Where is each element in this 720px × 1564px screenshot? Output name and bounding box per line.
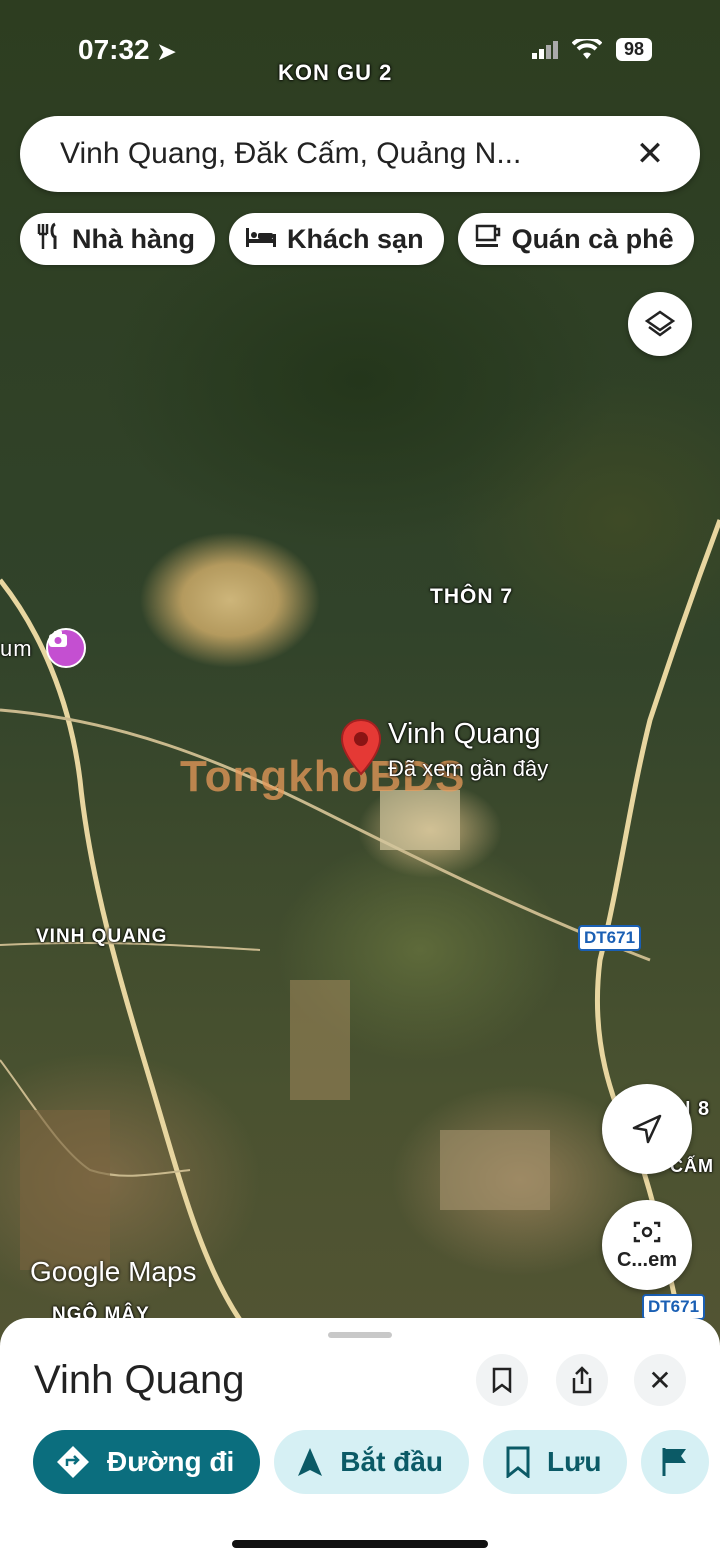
start-button[interactable]: Bắt đầu xyxy=(274,1430,469,1494)
chip-hotel[interactable]: Khách sạn xyxy=(229,213,444,265)
map-label-vinh-quang-area: VINH QUANG xyxy=(36,926,168,947)
save-bookmark-button[interactable] xyxy=(476,1354,528,1406)
bookmark-icon xyxy=(506,1446,530,1478)
action-buttons: Đường đi Bắt đầu Lưu xyxy=(33,1430,710,1494)
close-icon: ✕ xyxy=(648,1364,672,1396)
flag-icon xyxy=(662,1448,687,1476)
restaurant-icon xyxy=(36,222,62,257)
chip-coffee-label: Quán cà phê xyxy=(511,223,674,254)
search-input[interactable]: Vinh Quang, Đăk Cấm, Quảng N... xyxy=(60,137,630,171)
lens-camera-button[interactable]: C...em xyxy=(602,1200,692,1290)
place-bottom-sheet: Vinh Quang ✕ Đường đi Bắt đầu Lưu xyxy=(0,1318,720,1564)
label-button[interactable] xyxy=(641,1430,710,1494)
directions-icon xyxy=(57,1446,89,1478)
battery-level: 98 xyxy=(615,38,652,61)
status-time-text: 07:32 xyxy=(78,34,150,65)
museum-camera-icon[interactable] xyxy=(46,628,86,668)
navigation-arrow-icon xyxy=(298,1448,323,1476)
map-label-museum: um xyxy=(0,636,33,661)
coffee-icon xyxy=(474,223,502,256)
camera-lens-icon xyxy=(633,1221,661,1242)
search-bar[interactable]: Vinh Quang, Đăk Cấm, Quảng N... ✕ xyxy=(20,116,700,192)
place-title: Vinh Quang xyxy=(34,1358,245,1402)
save-button[interactable]: Lưu xyxy=(482,1430,628,1494)
clear-search-icon[interactable]: ✕ xyxy=(630,134,670,174)
pin-subtitle: Đã xem gần đây xyxy=(388,756,549,781)
map-label-kon-gu: KON GU 2 xyxy=(278,60,393,85)
location-arrow-icon: ➤ xyxy=(157,39,176,64)
lens-camera-label: C...em xyxy=(616,1248,678,1271)
status-time: 07:32 ➤ xyxy=(78,34,176,66)
map-label-thon-7: THÔN 7 xyxy=(430,585,514,608)
chip-restaurant-label: Nhà hàng xyxy=(72,223,196,254)
save-label: Lưu xyxy=(546,1446,602,1477)
layers-icon xyxy=(644,310,676,337)
chip-hotel-label: Khách sạn xyxy=(287,223,424,254)
layers-button[interactable] xyxy=(628,292,692,356)
my-location-button[interactable] xyxy=(602,1084,692,1174)
directions-label: Đường đi xyxy=(107,1446,235,1477)
chip-coffee[interactable]: Quán cà phê xyxy=(457,213,694,265)
chip-restaurant[interactable]: Nhà hàng xyxy=(20,213,216,265)
hotel-icon xyxy=(245,224,277,255)
directions-button[interactable]: Đường đi xyxy=(33,1430,261,1494)
category-chips: Nhà hàng Khách sạn Quán cà phê xyxy=(20,213,694,265)
navigation-arrow-icon xyxy=(632,1114,662,1144)
bookmark-icon xyxy=(492,1367,512,1393)
signal-icon xyxy=(531,40,558,59)
share-icon xyxy=(572,1366,592,1394)
road-badge-dt671: DT671 xyxy=(578,925,642,951)
start-label: Bắt đầu xyxy=(340,1446,443,1477)
home-indicator xyxy=(232,1540,488,1548)
close-sheet-button[interactable]: ✕ xyxy=(634,1354,686,1406)
sheet-drag-handle[interactable] xyxy=(328,1332,392,1338)
wifi-icon xyxy=(571,38,602,59)
google-maps-logo: Google Maps xyxy=(30,1256,197,1287)
road-badge-dt671-2: DT671 xyxy=(642,1294,706,1320)
pin-title: Vinh Quang xyxy=(388,718,541,750)
share-button[interactable] xyxy=(556,1354,608,1406)
status-icons: 98 xyxy=(531,38,652,61)
